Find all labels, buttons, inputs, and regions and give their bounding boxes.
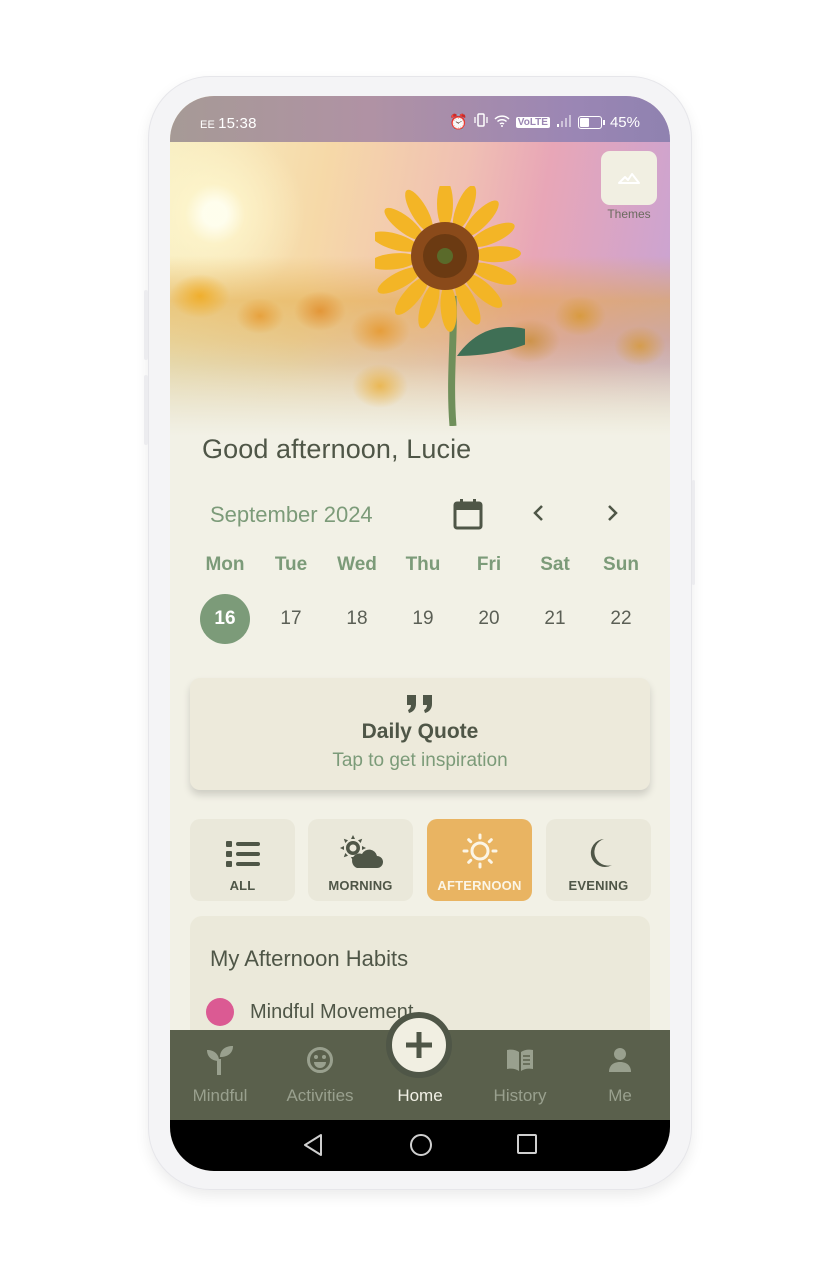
quote-icon [190, 686, 650, 713]
next-week-button[interactable] [605, 502, 619, 530]
battery-icon [577, 115, 605, 129]
alarm-icon: ⏰ [449, 114, 468, 131]
day-wed[interactable]: Wed 18 [324, 554, 390, 629]
nav-label: History [493, 1086, 547, 1105]
filter-evening[interactable]: EVENING [546, 819, 651, 901]
power-button [692, 480, 695, 585]
day-mon[interactable]: Mon 16 [192, 554, 258, 644]
plus-icon [406, 1032, 432, 1058]
chevron-right-icon [608, 505, 618, 521]
themes-button[interactable] [601, 151, 657, 205]
filter-label: MORNING [328, 878, 393, 893]
day-thu[interactable]: Thu 19 [390, 554, 456, 629]
filter-morning[interactable]: MORNING [308, 819, 413, 901]
nav-label: Me [608, 1086, 632, 1105]
status-icons: ⏰ VoLTE 45% [449, 113, 640, 131]
wifi-icon [494, 114, 510, 131]
nav-label: Activities [286, 1086, 354, 1105]
day-fri[interactable]: Fri 20 [456, 554, 522, 629]
person-icon [609, 1048, 631, 1072]
add-habit-button[interactable] [386, 1012, 452, 1078]
day-number[interactable]: 21 [530, 594, 580, 644]
month-navigator: September 2024 [210, 498, 630, 532]
nav-label: Mindful [192, 1086, 248, 1105]
clock: 15:38 [218, 115, 257, 132]
greeting-heading: Good afternoon, Lucie [202, 434, 472, 464]
quote-title: Daily Quote [361, 720, 479, 743]
habits-title: My Afternoon Habits [210, 946, 409, 971]
sunflower-image [375, 186, 525, 426]
sprout-icon [207, 1046, 233, 1075]
book-icon [507, 1049, 533, 1071]
day-number-selected[interactable]: 16 [200, 594, 250, 644]
day-number[interactable]: 19 [398, 594, 448, 644]
nav-mindful[interactable]: Mindful [170, 1044, 270, 1106]
filter-label: AFTERNOON [437, 878, 522, 893]
previous-week-button[interactable] [532, 502, 546, 530]
sun-icon [462, 833, 497, 869]
vibrate-icon [474, 113, 488, 131]
system-navigation-bar [170, 1120, 670, 1171]
time-of-day-filters: ALL MORNING AFTERNOON EVENING [190, 819, 651, 901]
day-number[interactable]: 22 [596, 594, 646, 644]
day-sun[interactable]: Sun 22 [588, 554, 654, 629]
day-name: Sat [540, 554, 570, 575]
day-name: Sun [603, 554, 639, 575]
themes-label: Themes [607, 207, 651, 221]
nav-activities[interactable]: Activities [270, 1044, 370, 1106]
volte-badge: VoLTE [515, 116, 550, 128]
nav-history[interactable]: History [470, 1044, 570, 1106]
status-time: EE 15:38 [200, 115, 257, 132]
filter-label: ALL [229, 878, 256, 893]
calendar-icon[interactable] [453, 498, 483, 530]
filter-afternoon[interactable]: AFTERNOON [427, 819, 532, 901]
day-number[interactable]: 18 [332, 594, 382, 644]
battery-percent: 45% [609, 113, 640, 131]
volume-button [144, 375, 148, 445]
app-screen: EE 15:38 ⏰ VoLTE 45% Themes Good afternoo… [170, 96, 670, 1171]
day-tue[interactable]: Tue 17 [258, 554, 324, 629]
chevron-left-icon [533, 505, 543, 521]
day-sat[interactable]: Sat 21 [522, 554, 588, 629]
day-name: Tue [274, 554, 308, 575]
signal-icon [556, 114, 572, 131]
smiley-icon [307, 1047, 333, 1073]
day-name: Mon [205, 554, 245, 575]
filter-label: EVENING [568, 878, 629, 893]
filter-all[interactable]: ALL [190, 819, 295, 901]
volume-button [144, 290, 148, 360]
back-icon[interactable] [302, 1133, 324, 1157]
habit-color-dot [206, 998, 234, 1026]
month-label: September 2024 [210, 502, 373, 527]
list-icon [225, 841, 260, 867]
habit-label: Mindful Movement [250, 1000, 414, 1023]
nav-me[interactable]: Me [570, 1044, 670, 1106]
recents-icon[interactable] [516, 1133, 538, 1155]
daily-quote-card[interactable]: Daily Quote Tap to get inspiration [190, 678, 650, 790]
day-name: Thu [405, 554, 441, 575]
nav-label: Home [397, 1086, 443, 1105]
moon-icon [590, 839, 612, 867]
habit-item[interactable]: Mindful Movement [206, 998, 413, 1026]
quote-subtitle: Tap to get inspiration [332, 750, 508, 771]
day-number[interactable]: 20 [464, 594, 514, 644]
carrier-label: EE [200, 119, 216, 131]
mountain-icon [618, 173, 640, 184]
day-number[interactable]: 17 [266, 594, 316, 644]
sun-cloud-icon [339, 835, 383, 868]
day-name: Fri [476, 554, 502, 575]
hero-banner [170, 96, 670, 436]
home-circle-icon[interactable] [409, 1133, 433, 1157]
day-name: Wed [337, 554, 377, 575]
status-bar: EE 15:38 ⏰ VoLTE 45% [170, 96, 670, 142]
